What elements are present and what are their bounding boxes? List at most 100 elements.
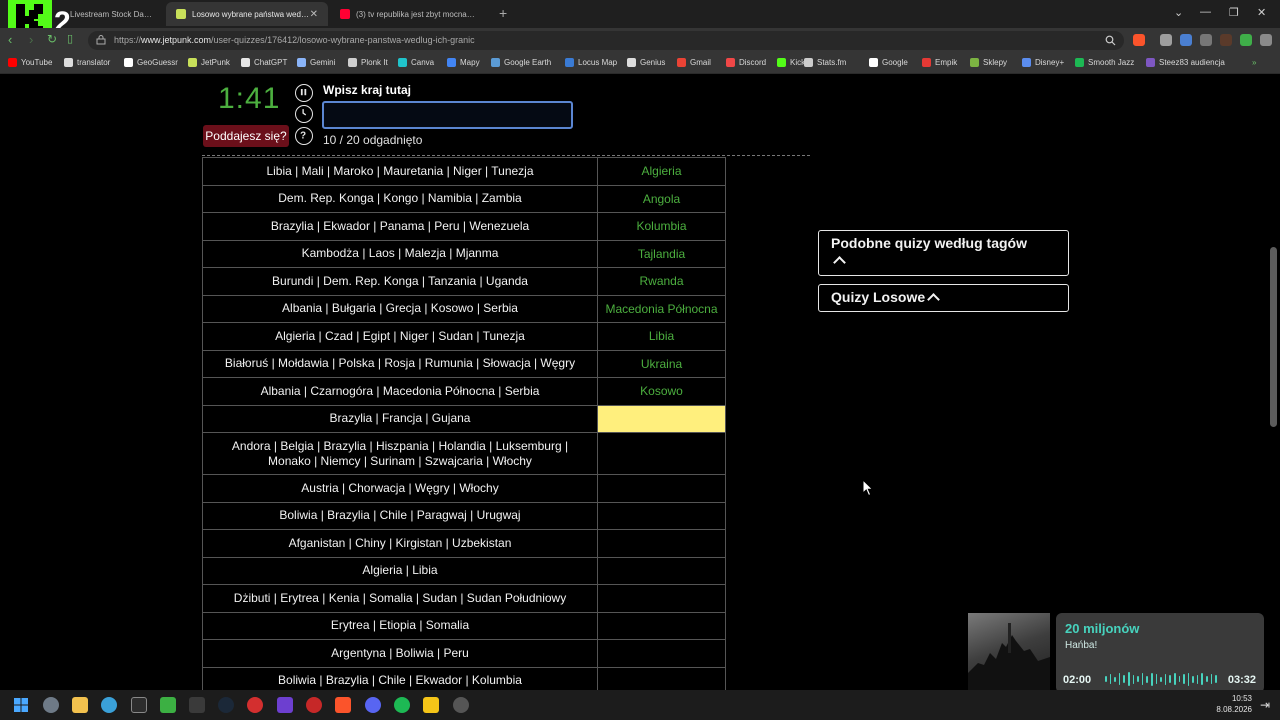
minecraft-icon[interactable] — [160, 697, 176, 713]
bookmark-item[interactable]: Disney+ — [1022, 58, 1064, 67]
brave-shield-icon[interactable] — [1133, 34, 1145, 46]
quiz-row: Boliwia | Brazylia | Chile | Paragwaj | … — [202, 501, 726, 530]
waveform-bar — [1192, 675, 1194, 683]
tab-jetpunk-quiz[interactable]: Losowo wybrane państwa według ich granic… — [166, 2, 328, 26]
windows-start-icon[interactable] — [13, 697, 29, 713]
bookmark-favicon-icon — [1075, 58, 1084, 67]
bookmark-favicon-icon — [297, 58, 306, 67]
spotify-icon[interactable] — [394, 697, 410, 713]
restore-icon[interactable]: ❐ — [1229, 6, 1239, 19]
answer-cell: Macedonia Północna — [597, 294, 726, 323]
tab-youtube[interactable]: (3) tv republika jest zbyt mocna - YouTu… — [330, 2, 490, 26]
mouse-cursor-icon — [862, 479, 874, 497]
clock-icon[interactable] — [295, 105, 313, 123]
app-icon[interactable] — [131, 697, 147, 713]
scrollbar-thumb[interactable] — [1270, 247, 1277, 427]
tab-search-icon[interactable]: ⌄ — [1174, 6, 1183, 19]
notifications-icon[interactable]: ⇥ — [1260, 698, 1270, 712]
more-bookmarks-icon[interactable]: » — [1252, 58, 1256, 67]
steam-icon[interactable] — [218, 697, 234, 713]
close-icon[interactable]: ✕ — [310, 9, 318, 20]
waveform-bar — [1141, 673, 1144, 685]
audio-icon[interactable] — [1200, 34, 1212, 46]
bookmark-item[interactable]: Genius — [627, 58, 665, 67]
menu-icon[interactable] — [1260, 34, 1272, 46]
forward-icon[interactable]: › — [29, 33, 33, 46]
bookmark-favicon-icon — [804, 58, 813, 67]
track-info-panel: 20 miljonów Hańba! 02:00 03:32 — [1056, 613, 1264, 693]
bookmark-item[interactable]: ChatGPT — [241, 58, 287, 67]
site-info-icon[interactable] — [96, 35, 106, 45]
brave-icon[interactable] — [335, 697, 351, 713]
bookmark-item[interactable]: Sklepy — [970, 58, 1007, 67]
answer-cell — [597, 432, 726, 475]
neighbors-clue: Albania | Bułgaria | Grecja | Kosowo | S… — [202, 294, 598, 323]
bookmark-item[interactable]: Gemini — [297, 58, 335, 67]
quiz-row: Dem. Rep. Konga | Kongo | Namibia | Zamb… — [202, 184, 726, 213]
app-icon[interactable] — [453, 697, 469, 713]
url-host: www.jetpunk.com — [141, 35, 212, 45]
zoom-icon[interactable] — [1105, 35, 1116, 46]
answer-input[interactable] — [322, 101, 573, 129]
puzzle-icon[interactable] — [1240, 34, 1252, 46]
wallet-icon[interactable] — [1220, 34, 1232, 46]
bookmark-item[interactable]: Steez83 audiencja — [1146, 58, 1225, 67]
pause-icon[interactable] — [295, 84, 313, 102]
bookmark-favicon-icon — [726, 58, 735, 67]
random-quizzes-label: Quizy Losowe — [831, 289, 926, 305]
give-up-button[interactable]: Poddajesz się? — [203, 125, 289, 147]
bookmark-item[interactable]: Discord — [726, 58, 766, 67]
settings-icon[interactable] — [43, 697, 59, 713]
bookmark-item[interactable]: JetPunk — [188, 58, 230, 67]
answer-cell — [597, 529, 726, 558]
notes-icon[interactable] — [423, 697, 439, 713]
bookmark-item[interactable]: YouTube — [8, 58, 52, 67]
answer-cell: Kosowo — [597, 377, 726, 406]
bookmark-label: Discord — [739, 58, 767, 67]
bookmark-item[interactable]: Canva — [398, 58, 434, 67]
discord-icon[interactable] — [365, 697, 381, 713]
bookmark-label: JetPunk — [201, 58, 230, 67]
bookmark-item[interactable]: Google — [869, 58, 908, 67]
extension-icon[interactable] — [1160, 34, 1172, 46]
file-explorer-icon[interactable] — [72, 697, 88, 713]
album-art-image — [968, 623, 1050, 693]
edge-icon[interactable] — [101, 697, 117, 713]
system-clock[interactable]: 10:53 8.08.2026 — [1216, 693, 1252, 715]
waveform-bar — [1169, 675, 1171, 683]
quiz-row: Algieria | Libia — [202, 556, 726, 585]
bookmark-item[interactable]: Empik — [922, 58, 957, 67]
bookmark-item[interactable]: GeoGuessr — [124, 58, 178, 67]
minimize-icon[interactable]: — — [1200, 6, 1211, 18]
app-icon[interactable] — [247, 697, 263, 713]
bookmark-item[interactable]: Smooth Jazz — [1075, 58, 1134, 67]
back-icon[interactable]: ‹ — [8, 33, 12, 46]
bookmark-item[interactable]: Stats.fm — [804, 58, 846, 67]
close-window-icon[interactable]: ✕ — [1257, 6, 1266, 19]
bookmark-item[interactable]: translator — [64, 58, 110, 67]
bookmark-item[interactable]: Plonk It — [348, 58, 388, 67]
translate-icon[interactable] — [1180, 34, 1192, 46]
similar-quizzes-toggle[interactable]: Podobne quizy według tagów — [818, 230, 1069, 276]
quiz-row: Erytrea | Etiopia | Somalia — [202, 611, 726, 640]
bookmark-item[interactable]: Gmail — [677, 58, 711, 67]
url-field[interactable]: https://www.jetpunk.com/user-quizzes/176… — [88, 31, 1124, 50]
address-bar-row: ‹ › ↻ ▯ https://www.jetpunk.com/user-qui… — [0, 28, 1280, 53]
new-tab-button[interactable]: + — [499, 6, 507, 20]
app-icon[interactable] — [306, 697, 322, 713]
bookmark-item[interactable]: Google Earth — [491, 58, 551, 67]
help-icon[interactable]: ? — [295, 127, 313, 145]
bookmark-item[interactable]: Mapy — [447, 58, 480, 67]
waveform-bar — [1173, 673, 1176, 685]
taskbar: 10:53 8.08.2026 ⇥ — [0, 690, 1280, 720]
waveform-bar — [1132, 674, 1135, 684]
page-scrollbar[interactable] — [1270, 75, 1277, 690]
bookmark-item[interactable]: Locus Map — [565, 58, 617, 67]
app-icon[interactable] — [189, 697, 205, 713]
app-icon[interactable] — [277, 697, 293, 713]
reload-icon[interactable]: ↻ — [47, 33, 57, 46]
random-quizzes-toggle[interactable]: Quizy Losowe — [818, 284, 1069, 312]
bookmark-item[interactable]: Kick — [777, 58, 805, 67]
bookmark-icon[interactable]: ▯ — [67, 33, 73, 46]
waveform-bar — [1146, 675, 1148, 683]
